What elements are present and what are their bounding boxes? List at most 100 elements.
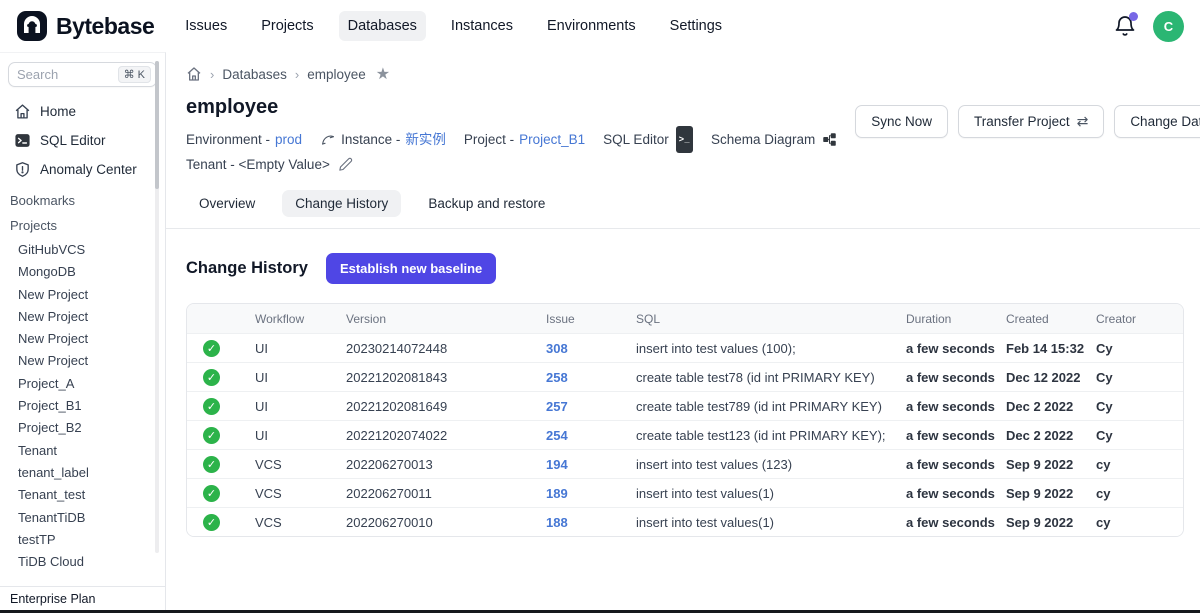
- notification-dot: [1129, 12, 1138, 21]
- sidebar-scrollbar-thumb[interactable]: [155, 61, 159, 189]
- cell-created: Sep 9 2022: [1006, 486, 1096, 501]
- issue-link[interactable]: 257: [546, 399, 568, 414]
- cell-status: ✓: [203, 398, 255, 415]
- brand-logo[interactable]: Bytebase: [16, 10, 154, 42]
- notifications-button[interactable]: [1113, 14, 1137, 38]
- tab-overview[interactable]: Overview: [186, 190, 268, 217]
- search-box[interactable]: ⌘ K: [8, 62, 157, 87]
- environment-link[interactable]: prod: [275, 128, 302, 151]
- action-change-data[interactable]: Change Data: [1114, 105, 1200, 138]
- table-header-created: Created: [1006, 312, 1096, 326]
- cell-duration: a few seconds: [906, 515, 1006, 530]
- sidebar-section-bookmarks[interactable]: Bookmarks: [0, 184, 165, 212]
- tab-backup-and-restore[interactable]: Backup and restore: [415, 190, 558, 217]
- nav-item-environments[interactable]: Environments: [538, 11, 645, 41]
- cell-version: 20221202081843: [346, 370, 546, 385]
- home-breadcrumb-icon[interactable]: [186, 66, 202, 82]
- sidebar-project-tenant[interactable]: Tenant: [0, 440, 165, 462]
- breadcrumb-databases[interactable]: Databases: [222, 67, 287, 82]
- cell-sql: create table test78 (id int PRIMARY KEY): [636, 370, 906, 385]
- instance-engine-icon: [320, 132, 336, 148]
- sidebar-project-tidb-cloud[interactable]: TiDB Cloud: [0, 551, 165, 573]
- sidebar-project-mongodb[interactable]: MongoDB: [0, 261, 165, 283]
- cell-sql: create table test789 (id int PRIMARY KEY…: [636, 399, 906, 414]
- cell-created: Dec 12 2022: [1006, 370, 1096, 385]
- issue-link[interactable]: 188: [546, 515, 568, 530]
- tab-change-history[interactable]: Change History: [282, 190, 401, 217]
- schema-diagram-shortcut[interactable]: Schema Diagram: [711, 128, 837, 151]
- cell-duration: a few seconds: [906, 428, 1006, 443]
- sidebar-project-tenant-label[interactable]: tenant_label: [0, 462, 165, 484]
- sidebar-project-new-project[interactable]: New Project: [0, 350, 165, 372]
- nav-item-databases[interactable]: Databases: [339, 11, 426, 41]
- sidebar-item-sql-editor[interactable]: SQL Editor: [0, 126, 165, 155]
- schema-diagram-icon: [822, 132, 837, 147]
- breadcrumb-separator: ›: [295, 67, 299, 82]
- nav-item-issues[interactable]: Issues: [176, 11, 236, 41]
- sidebar-scrollbar[interactable]: [155, 61, 159, 553]
- sidebar-project-project-b1[interactable]: Project_B1: [0, 395, 165, 417]
- sidebar-project-tenant-test[interactable]: Tenant_test: [0, 484, 165, 506]
- project-link[interactable]: Project_B1: [519, 128, 585, 151]
- success-status-icon: ✓: [203, 485, 220, 502]
- plan-badge[interactable]: Enterprise Plan: [0, 586, 165, 610]
- establish-baseline-button[interactable]: Establish new baseline: [326, 253, 496, 284]
- sidebar-item-home[interactable]: Home: [0, 97, 165, 126]
- cell-status: ✓: [203, 427, 255, 444]
- sidebar-section-projects[interactable]: Projects: [0, 212, 165, 237]
- table-header-duration: Duration: [906, 312, 1006, 326]
- nav-item-projects[interactable]: Projects: [252, 11, 322, 41]
- action-transfer-project[interactable]: Transfer Project⇄: [958, 105, 1104, 138]
- table-row: ✓UI20221202081649257create table test789…: [187, 391, 1183, 420]
- edit-pencil-icon[interactable]: [338, 157, 353, 172]
- instance-link[interactable]: 新实例: [405, 128, 446, 151]
- issue-link[interactable]: 308: [546, 341, 568, 356]
- success-status-icon: ✓: [203, 340, 220, 357]
- sidebar-project-project-a[interactable]: Project_A: [0, 373, 165, 395]
- search-input[interactable]: [17, 67, 102, 82]
- cell-issue: 258: [546, 370, 636, 385]
- sidebar-project-new-project[interactable]: New Project: [0, 306, 165, 328]
- cell-creator: Cy: [1096, 399, 1171, 414]
- terminal-icon: >_: [676, 126, 693, 153]
- bytebase-app: Bytebase Issues Projects Databases Instance…: [0, 0, 1200, 613]
- cell-workflow: VCS: [255, 515, 346, 530]
- action-label: Sync Now: [871, 114, 932, 129]
- breadcrumb-separator: ›: [210, 67, 214, 82]
- issue-link[interactable]: 189: [546, 486, 568, 501]
- shield-icon: [14, 161, 31, 178]
- page-header: employee Environment - prod: [186, 96, 855, 176]
- table-row: ✓VCS202206270013194insert into test valu…: [187, 449, 1183, 478]
- sidebar: ⌘ K Home SQL Editor: [0, 52, 166, 610]
- success-status-icon: ✓: [203, 427, 220, 444]
- sidebar-project-new-project[interactable]: New Project: [0, 284, 165, 306]
- cell-issue: 257: [546, 399, 636, 414]
- cell-issue: 194: [546, 457, 636, 472]
- sidebar-project-testtp[interactable]: testTP: [0, 529, 165, 551]
- cell-workflow: VCS: [255, 486, 346, 501]
- success-status-icon: ✓: [203, 514, 220, 531]
- action-sync-now[interactable]: Sync Now: [855, 105, 948, 138]
- sidebar-project-githubvcs[interactable]: GitHubVCS: [0, 239, 165, 261]
- sidebar-project-new-project[interactable]: New Project: [0, 328, 165, 350]
- sql-editor-shortcut[interactable]: SQL Editor >_: [603, 126, 693, 153]
- table-header-creator: Creator: [1096, 312, 1171, 326]
- cell-creator: Cy: [1096, 341, 1171, 356]
- breadcrumb-employee[interactable]: employee: [307, 67, 366, 82]
- issue-link[interactable]: 254: [546, 428, 568, 443]
- nav-item-settings[interactable]: Settings: [661, 11, 731, 41]
- sidebar-item-anomaly-center[interactable]: Anomaly Center: [0, 155, 165, 184]
- cell-version: 20221202074022: [346, 428, 546, 443]
- favorite-star-icon[interactable]: ★: [376, 64, 390, 84]
- sidebar-item-label: Anomaly Center: [40, 162, 137, 177]
- user-avatar[interactable]: C: [1153, 11, 1184, 42]
- cell-sql: insert into test values(1): [636, 515, 906, 530]
- sidebar-project-tenanttidb[interactable]: TenantTiDB: [0, 507, 165, 529]
- success-status-icon: ✓: [203, 369, 220, 386]
- sidebar-project-project-b2[interactable]: Project_B2: [0, 417, 165, 439]
- cell-duration: a few seconds: [906, 457, 1006, 472]
- issue-link[interactable]: 258: [546, 370, 568, 385]
- cell-created: Dec 2 2022: [1006, 428, 1096, 443]
- nav-item-instances[interactable]: Instances: [442, 11, 522, 41]
- issue-link[interactable]: 194: [546, 457, 568, 472]
